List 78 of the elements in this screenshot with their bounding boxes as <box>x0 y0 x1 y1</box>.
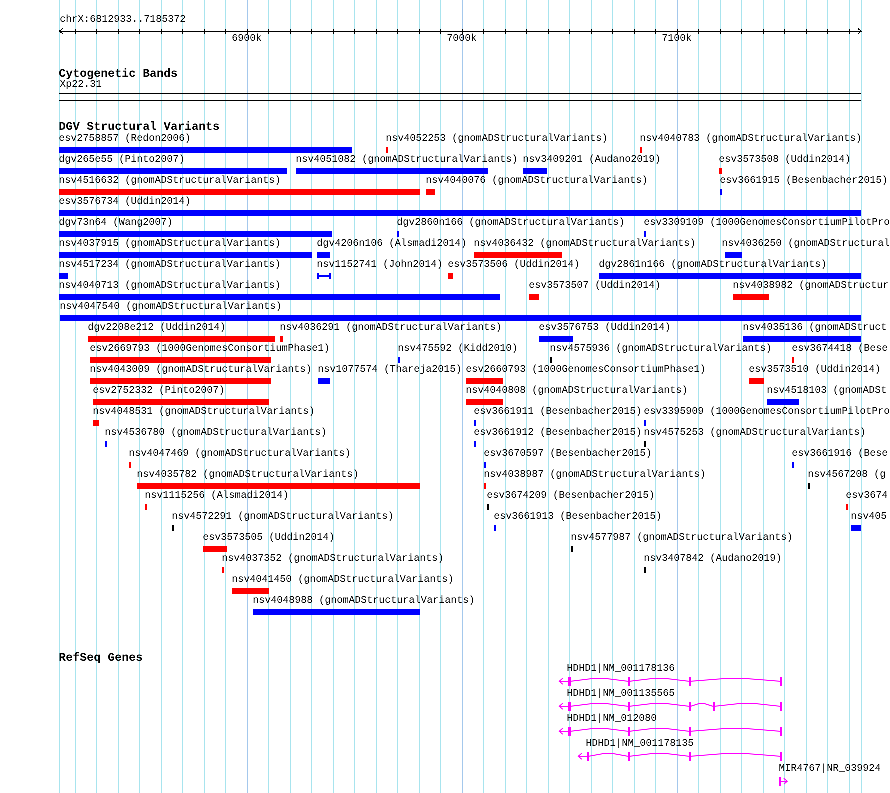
variant-label: dgv2861n166 (gnomADStructuralVariants) <box>599 260 828 272</box>
gene-label: HDHD1|NM_001178135 <box>586 739 694 751</box>
variant-label: nsv4052253 (gnomADStructuralVariants) <box>386 134 608 146</box>
variant-label: nsv4536780 (gnomADStructuralVariants) <box>105 428 328 440</box>
gene-label: MIR4767|NR_039924 <box>779 764 882 776</box>
variant-label: nsv4048988 (gnomADStructuralVariants) <box>253 596 476 608</box>
variant-label: esv3674 <box>846 491 888 503</box>
region-label: chrX:6812933..7185372 <box>60 15 186 27</box>
variant-label: esv2758857 (Redon2006) <box>59 134 192 146</box>
variant-label: esv3309109 (1000GenomesConsortiumPilotPro <box>644 218 890 230</box>
variant-label: esv3576734 (Uddin2014) <box>59 197 192 209</box>
variant-label: nsv3409201 (Audano2019) <box>523 155 662 167</box>
variant-label: nsv3407842 (Audano2019) <box>644 554 782 566</box>
variant-label: nsv4047469 (gnomADStructuralVariants) <box>129 449 352 461</box>
variant-label: nsv4043009 (gnomADStructuralVariants) <box>90 365 312 377</box>
variant-label: nsv1115256 (Alsmadi2014) <box>145 491 290 503</box>
variant-label: nsv4040076 (gnomADStructuralVariants) <box>426 176 648 188</box>
variant-label: nsv4047540 (gnomADStructuralVariants) <box>60 302 282 314</box>
variant-label: nsv4040783 (gnomADStructuralVariants) <box>640 134 862 146</box>
variant-label: esv3573507 (Uddin2014) <box>529 281 662 293</box>
variant-label: dgv2208e212 (Uddin2014) <box>88 323 226 335</box>
variant-label: esv3674209 (Besenbacher2015) <box>487 491 656 503</box>
gene-label: HDHD1|NM_001178136 <box>567 664 676 676</box>
variant-label: nsv4036291 (gnomADStructuralVariants) <box>280 323 502 335</box>
variant-label: nsv4572291 (gnomADStructuralVariants) <box>172 512 394 524</box>
variant-label: nsv4041450 (gnomADStructuralVariants) <box>232 575 454 587</box>
ruler-tick-label: 6900k <box>232 34 262 46</box>
variant-label: esv3573510 (Uddin2014) <box>749 365 882 377</box>
variant-label: nsv4517234 (gnomADStructuralVariants) <box>59 260 282 272</box>
variant-label: esv3661911 (Besenbacher2015) <box>474 407 642 419</box>
variant-label: nsv1077574 (Thareja2015) <box>318 365 462 377</box>
ruler-tick-label: 7000k <box>447 34 477 46</box>
variant-label: esv3395909 (1000GenomesConsortiumPilotPro <box>644 407 890 419</box>
variant-label: nsv4035782 (gnomADStructuralVariants) <box>137 470 360 482</box>
variant-label: esv2660793 (1000GenomesConsortiumPhase1) <box>466 365 706 377</box>
variant-label: nsv4038982 (gnomADStructur <box>733 281 890 293</box>
variant-label: nsv4051082 (gnomADStructuralVariants) <box>296 155 518 167</box>
variant-label: nsv4567208 (g <box>808 470 886 482</box>
variant-label: esv3573506 (Uddin2014) <box>448 260 580 272</box>
variant-label: nsv4518103 (gnomADSt <box>767 386 888 398</box>
variant-label: nsv4036432 (gnomADStructuralVariants) <box>474 239 696 251</box>
band-label: Xp22.31 <box>60 80 102 92</box>
variant-label: esv3670597 (Besenbacher2015) <box>484 449 652 461</box>
variant-label: dgv265e55 (Pinto2007) <box>59 155 186 167</box>
variant-label: esv3573508 (Uddin2014) <box>719 155 852 167</box>
variant-label: nsv405 <box>851 512 888 524</box>
variant-label: nsv4575936 (gnomADStructuralVariants) <box>550 344 772 356</box>
variant-label: nsv4516632 (gnomADStructuralVariants) <box>59 176 282 188</box>
variant-label: nsv4035136 (gnomADStruct <box>743 323 888 335</box>
gene-label: HDHD1|NM_001135565 <box>567 689 676 701</box>
variant-label: dgv73n64 (Wang2007) <box>59 218 174 230</box>
variant-label: esv2669793 (1000GenomesConsortiumPhase1) <box>90 344 330 356</box>
variant-label: nsv4037915 (gnomADStructuralVariants) <box>59 239 282 251</box>
variant-label: dgv2860n166 (gnomADStructuralVariants) <box>397 218 626 230</box>
variant-label: esv3661915 (Besenbacher2015) <box>720 176 888 188</box>
variant-label: nsv4577987 (gnomADStructuralVariants) <box>571 533 794 545</box>
variant-label: nsv1152741 (John2014) <box>317 260 444 272</box>
variant-label: esv3576753 (Uddin2014) <box>539 323 672 335</box>
variant-label: esv3573505 (Uddin2014) <box>203 533 336 545</box>
variant-label: esv3661913 (Besenbacher2015) <box>494 512 662 524</box>
track-title: RefSeq Genes <box>59 652 143 664</box>
track-title: Cytogenetic Bands <box>59 68 178 80</box>
variant-label: nsv475592 (Kidd2010) <box>398 344 518 356</box>
ruler-tick-label: 7100k <box>662 34 692 46</box>
variant-label: nsv4048531 (gnomADStructuralVariants) <box>93 407 316 419</box>
variant-label: nsv4040808 (gnomADStructuralVariants) <box>466 386 688 398</box>
track-title: DGV Structural Variants <box>59 121 220 133</box>
variant-label: nsv4575253 (gnomADStructuralVariants) <box>644 428 866 440</box>
gene-label: HDHD1|NM_012080 <box>567 714 658 726</box>
variant-label: esv2752332 (Pinto2007) <box>93 386 226 398</box>
variant-label: esv3661912 (Besenbacher2015) <box>474 428 642 440</box>
variant-label: nsv4038987 (gnomADStructuralVariants) <box>484 470 706 482</box>
variant-label: nsv4037352 (gnomADStructuralVariants) <box>222 554 444 566</box>
variant-label: esv3674418 (Bese <box>792 344 888 356</box>
variant-label: nsv4040713 (gnomADStructuralVariants) <box>59 281 282 293</box>
variant-label: dgv4206n106 (Alsmadi2014) <box>317 239 468 251</box>
variant-label: nsv4036250 (gnomADStructural <box>722 239 890 251</box>
variant-label: esv3661916 (Bese <box>792 449 888 461</box>
